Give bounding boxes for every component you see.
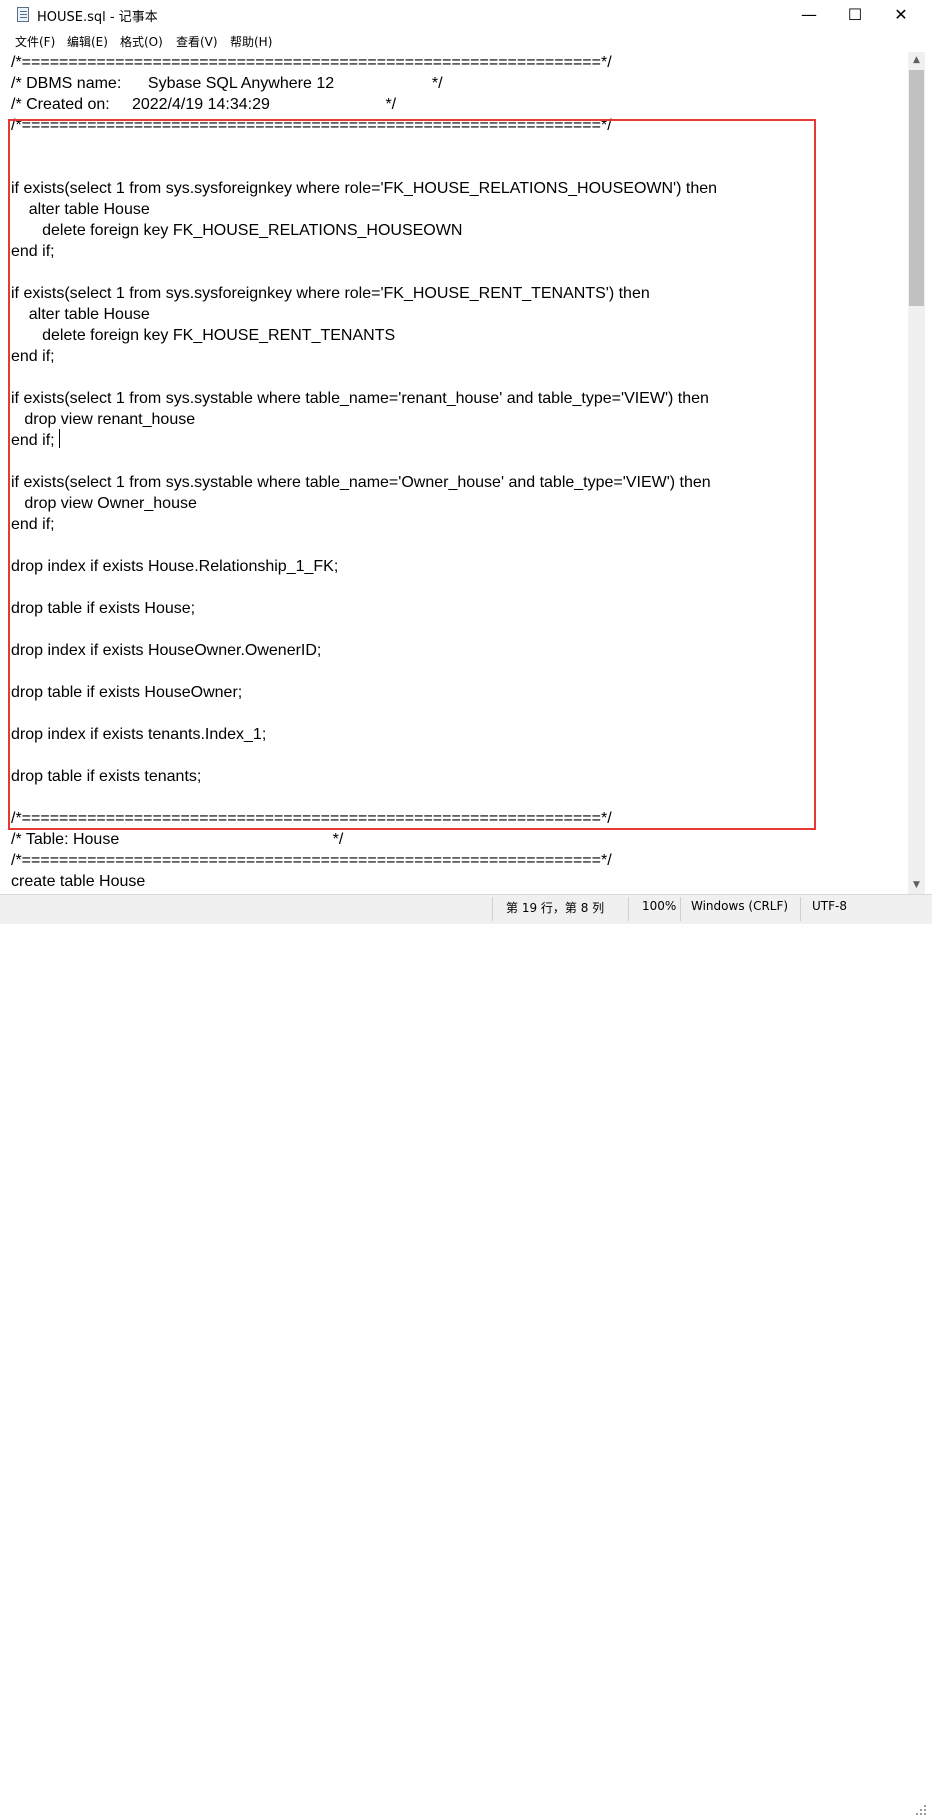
window-title: HOUSE.sql - 记事本 — [37, 10, 158, 25]
menu-format[interactable]: 格式(O) — [120, 33, 163, 50]
code-line: create table House — [11, 873, 146, 890]
status-divider — [628, 897, 629, 921]
status-divider — [492, 897, 493, 921]
scrollbar-thumb[interactable] — [909, 70, 924, 306]
line-ending: Windows (CRLF) — [691, 899, 789, 913]
code-line: /*======================================… — [11, 810, 612, 827]
code-line: /* Created on: 2022/4/19 14:34:29 */ — [11, 96, 397, 113]
code-line: if exists(select 1 from sys.systable whe… — [11, 474, 711, 491]
scroll-down-arrow-icon[interactable]: ▼ — [908, 877, 925, 894]
minimize-button[interactable]: — — [786, 0, 832, 30]
code-line: /*======================================… — [11, 852, 612, 869]
code-line: /* DBMS name: Sybase SQL Anywhere 12 */ — [11, 75, 443, 92]
code-line: /*======================================… — [11, 117, 612, 134]
code-line: drop table if exists House; — [11, 600, 196, 617]
menu-edit[interactable]: 编辑(E) — [67, 33, 108, 50]
code-line: end if; — [11, 348, 55, 365]
menu-view[interactable]: 查看(V) — [176, 33, 218, 50]
code-line: delete foreign key FK_HOUSE_RENT_TENANTS — [11, 327, 396, 344]
code-line: drop view renant_house — [11, 411, 196, 428]
scroll-up-arrow-icon[interactable]: ▲ — [908, 52, 925, 69]
code-line: drop table if exists tenants; — [11, 768, 202, 785]
code-line: if exists(select 1 from sys.systable whe… — [11, 390, 709, 407]
menu-file[interactable]: 文件(F) — [15, 33, 55, 50]
cursor-position: 第 19 行，第 8 列 — [506, 901, 605, 915]
close-button[interactable]: ✕ — [878, 0, 924, 30]
menu-bar: 文件(F) 编辑(E) 格式(O) 查看(V) 帮助(H) — [0, 30, 932, 52]
menu-help[interactable]: 帮助(H) — [230, 33, 272, 50]
code-line: drop index if exists HouseOwner.OwenerID… — [11, 642, 322, 659]
code-line: drop index if exists tenants.Index_1; — [11, 726, 267, 743]
code-line: /*======================================… — [11, 54, 612, 71]
encoding: UTF-8 — [812, 899, 847, 913]
code-line: delete foreign key FK_HOUSE_RELATIONS_HO… — [11, 222, 463, 239]
text-editor[interactable]: /*======================================… — [0, 52, 908, 894]
status-divider — [800, 897, 801, 921]
maximize-button[interactable]: ☐ — [832, 0, 878, 30]
code-line: end if; — [11, 516, 55, 533]
code-line: end if; — [11, 243, 55, 260]
code-line: drop table if exists HouseOwner; — [11, 684, 243, 701]
code-line: alter table House — [11, 201, 150, 218]
text-cursor — [59, 429, 60, 448]
status-bar: 第 19 行，第 8 列 100% Windows (CRLF) UTF-8 — [0, 894, 932, 1815]
code-line: if exists(select 1 from sys.sysforeignke… — [11, 180, 718, 197]
title-bar[interactable]: HOUSE.sql - 记事本 — ☐ ✕ — [0, 0, 932, 30]
code-line: /* Table: House */ — [11, 831, 344, 848]
status-divider — [680, 897, 681, 921]
zoom-level: 100% — [642, 899, 677, 913]
resize-grip-icon[interactable] — [916, 1805, 928, 1817]
vertical-scrollbar[interactable]: ▲ ▼ — [908, 52, 925, 894]
notepad-icon — [17, 7, 29, 22]
code-line: alter table House — [11, 306, 150, 323]
code-line: drop view Owner_house — [11, 495, 197, 512]
code-line: drop index if exists House.Relationship_… — [11, 558, 339, 575]
code-line: end if; — [11, 432, 55, 449]
code-line: if exists(select 1 from sys.sysforeignke… — [11, 285, 650, 302]
